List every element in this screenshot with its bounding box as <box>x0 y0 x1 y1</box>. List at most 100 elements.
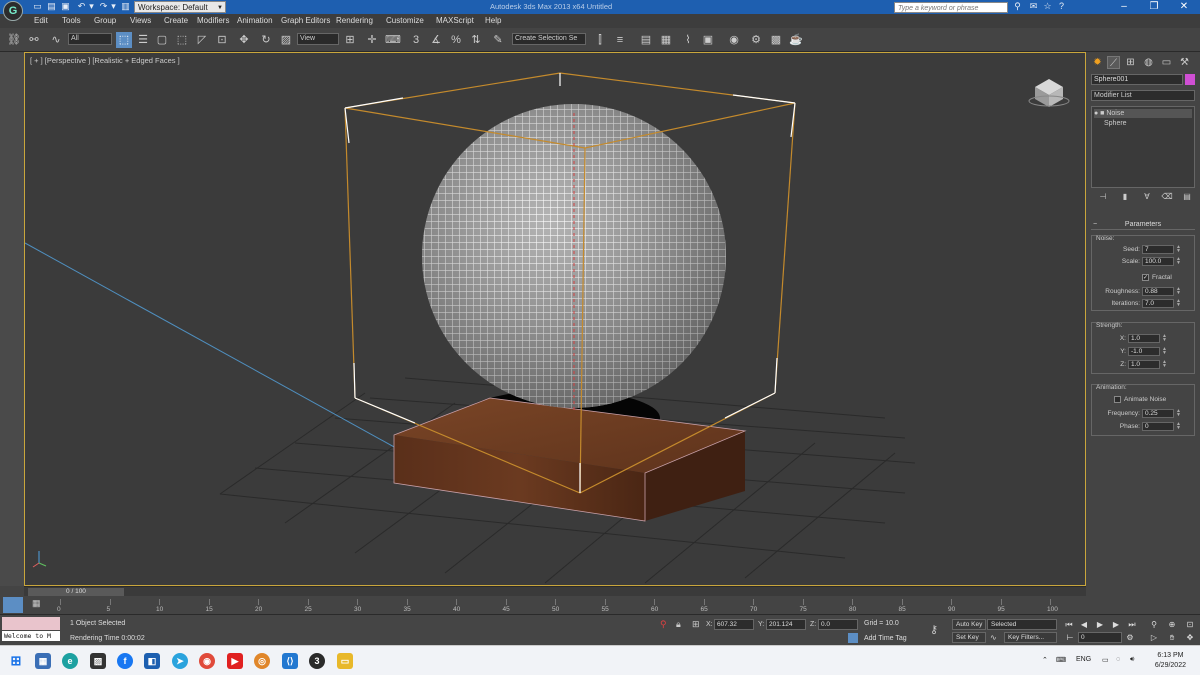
pivot-center-icon[interactable]: ⊞ <box>342 32 358 48</box>
iterations-spinner-icon[interactable]: ▲ ▼ <box>1176 299 1181 308</box>
select-and-link-icon[interactable]: ⊡ <box>214 32 230 48</box>
track-bar[interactable]: ▦ 0 5 10 15 20 25 30 35 40 45 50 55 60 65 70 75 80 85 90 95… <box>0 596 1200 614</box>
strength-y-spinner-icon[interactable]: ▲ ▼ <box>1162 347 1167 356</box>
zoom-icon[interactable]: ⚲ <box>1148 619 1160 630</box>
graphite-tools-icon[interactable]: ▦ <box>658 32 674 48</box>
blender-icon[interactable]: ◎ <box>254 653 270 669</box>
undo-dropdown-icon[interactable]: ▾ <box>86 1 97 12</box>
pan-icon[interactable]: ✋︎ <box>1166 632 1178 643</box>
stack-item-noise[interactable]: ● ■ Noise <box>1094 109 1192 118</box>
maxscript-input[interactable]: Welcome to M <box>2 631 60 641</box>
system-clock[interactable]: 6:13 PM 6/29/2022 <box>1155 651 1186 671</box>
scale-field[interactable]: 100.0 <box>1142 257 1174 266</box>
minimize-icon[interactable]: – <box>1112 0 1136 14</box>
rectangular-selection-icon[interactable]: ▢ <box>154 32 170 48</box>
configure-sets-icon[interactable]: ▤ <box>1181 191 1193 203</box>
go-to-end-icon[interactable]: ⏭ <box>1126 619 1138 630</box>
chrome-icon[interactable]: ◉ <box>199 653 215 669</box>
orbit-icon[interactable]: ✥ <box>1184 632 1196 643</box>
time-tag-icon[interactable] <box>848 633 858 643</box>
3dsmax-taskbar-icon[interactable]: 3 <box>309 653 325 669</box>
auto-key-button[interactable]: Auto Key <box>952 619 986 630</box>
window-crossing-icon[interactable]: ⬚ <box>174 32 190 48</box>
show-end-result-icon[interactable]: ▮ <box>1119 191 1131 203</box>
named-selection-dropdown[interactable]: Create Selection Se <box>512 33 586 45</box>
youtube-icon[interactable]: ▶ <box>227 653 243 669</box>
communication-icon[interactable]: ✉ <box>1028 1 1039 12</box>
next-frame-icon[interactable]: ▶ <box>1110 619 1122 630</box>
material-editor-icon[interactable]: ◉ <box>726 32 742 48</box>
x-coord-field[interactable]: 607.32 <box>714 619 754 630</box>
vscode-icon[interactable]: ⟨⟩ <box>282 653 298 669</box>
key-filters-button[interactable]: Key Filters... <box>1004 632 1057 643</box>
maximize-icon[interactable]: ❐ <box>1142 0 1166 14</box>
menu-create[interactable]: Create <box>164 16 188 25</box>
strength-x-field[interactable]: 1.0 <box>1128 334 1160 343</box>
photos-icon[interactable]: ▨ <box>90 653 106 669</box>
time-configuration-icon[interactable]: ⚙ <box>1124 632 1136 643</box>
strength-x-spinner-icon[interactable]: ▲ ▼ <box>1162 334 1167 343</box>
field-of-view-icon[interactable]: ▷ <box>1148 632 1160 643</box>
z-coord-field[interactable]: 0.0 <box>818 619 858 630</box>
file-explorer-icon[interactable]: ▭ <box>337 653 353 669</box>
rendered-frame-window-icon[interactable]: ▩ <box>768 32 784 48</box>
seed-spinner-icon[interactable]: ▲ ▼ <box>1176 245 1181 254</box>
task-view-icon[interactable]: ▦ <box>35 653 51 669</box>
absolute-mode-icon[interactable]: ⊞ <box>692 619 700 630</box>
display-icon[interactable]: ▭ <box>1102 656 1109 664</box>
select-by-name-icon[interactable]: ☰ <box>135 32 151 48</box>
pin-stack-icon[interactable]: ⊣ <box>1097 191 1109 203</box>
close-icon[interactable]: ✕ <box>1172 0 1196 14</box>
selection-filter-dropdown[interactable]: All <box>68 33 112 45</box>
create-tab-icon[interactable]: ✹ <box>1091 56 1104 69</box>
star-icon[interactable]: ☆ <box>1042 1 1053 12</box>
roughness-spinner-icon[interactable]: ▲ ▼ <box>1176 287 1181 296</box>
menu-views[interactable]: Views <box>130 16 151 25</box>
parameters-rollout[interactable]: − Parameters <box>1091 220 1195 230</box>
make-unique-icon[interactable]: ∀ <box>1141 191 1153 203</box>
binoculars-icon[interactable]: ⚲ <box>1012 1 1023 12</box>
phase-spinner-icon[interactable]: ▲ ▼ <box>1176 422 1181 431</box>
app-icon[interactable]: ◧ <box>144 653 160 669</box>
select-region-icon[interactable]: ◸ <box>194 32 210 48</box>
align-icon[interactable]: ≡ <box>612 32 628 48</box>
phase-field[interactable]: 0 <box>1142 422 1174 431</box>
language-indicator[interactable]: ENG <box>1076 656 1091 663</box>
windows-start-icon[interactable]: ⊞ <box>8 653 24 669</box>
facebook-icon[interactable]: f <box>117 653 133 669</box>
modify-tab-icon[interactable]: ⟋ <box>1107 56 1120 69</box>
frequency-field[interactable]: 0.25 <box>1142 409 1174 418</box>
save-icon[interactable]: ▣ <box>60 1 71 12</box>
pin-icon[interactable]: ⚲ <box>660 619 667 630</box>
curve-editor-icon[interactable]: ⌇ <box>680 32 696 48</box>
display-tab-icon[interactable]: ▭ <box>1160 56 1173 69</box>
viewport-label[interactable]: [ + ] [Perspective ] [Realistic + Edged … <box>30 56 180 65</box>
stack-item-sphere[interactable]: Sphere <box>1094 119 1192 128</box>
iterations-field[interactable]: 7.0 <box>1142 299 1174 308</box>
redo-dropdown-icon[interactable]: ▾ <box>108 1 119 12</box>
menu-maxscript[interactable]: MAXScript <box>436 16 474 25</box>
frequency-spinner-icon[interactable]: ▲ ▼ <box>1176 409 1181 418</box>
motion-tab-icon[interactable]: ◍ <box>1142 56 1155 69</box>
render-setup-icon[interactable]: ⚙ <box>748 32 764 48</box>
percent-snap-icon[interactable]: % <box>448 32 464 48</box>
fractal-checkbox[interactable]: ✓ <box>1142 274 1149 281</box>
angle-snap-icon[interactable]: ∡ <box>428 32 444 48</box>
menu-graph-editors[interactable]: Graph Editors <box>281 16 330 25</box>
default-tangent-icon[interactable]: ∿ <box>990 633 997 642</box>
select-manipulate-icon[interactable]: ✛ <box>364 32 380 48</box>
go-to-start-icon[interactable]: ⏮ <box>1063 619 1075 630</box>
lock-selection-icon[interactable]: 🔒︎ <box>676 619 681 630</box>
trackbar-filter-icon[interactable]: ▦ <box>32 598 41 609</box>
app-logo-icon[interactable]: G <box>3 1 23 21</box>
snaps-toggle-icon[interactable]: 3 <box>408 32 424 48</box>
menu-customize[interactable]: Customize <box>386 16 424 25</box>
time-slider[interactable]: 0 / 100 <box>24 586 1086 596</box>
edge-icon[interactable]: e <box>62 653 78 669</box>
seed-field[interactable]: 7 <box>1142 245 1174 254</box>
bind-space-warp-icon[interactable]: ∿ <box>48 32 64 48</box>
perspective-viewport[interactable]: [ + ] [Perspective ] [Realistic + Edged … <box>24 52 1086 586</box>
utilities-tab-icon[interactable]: ⚒ <box>1178 56 1191 69</box>
roughness-field[interactable]: 0.88 <box>1142 287 1174 296</box>
schematic-view-icon[interactable]: ▣ <box>700 32 716 48</box>
